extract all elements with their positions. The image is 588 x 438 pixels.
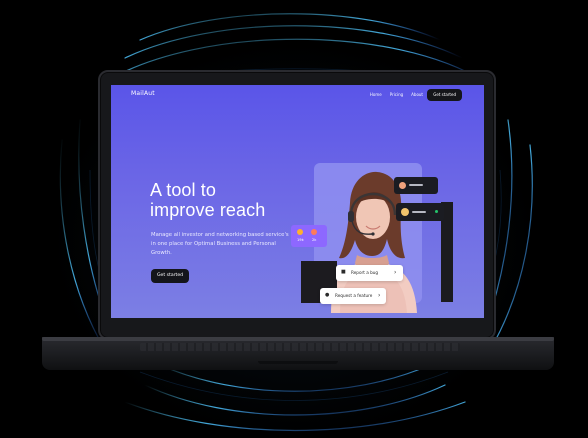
hero-title-line2: improve reach — [150, 200, 266, 220]
report-bug-button[interactable]: ■ Report a bug › — [336, 265, 403, 281]
avatar — [401, 208, 409, 216]
nav-pricing-link[interactable]: Pricing — [390, 92, 403, 97]
nav-get-started-button[interactable]: Get started — [427, 89, 462, 101]
laptop-keyboard — [140, 343, 460, 351]
laptop-base — [42, 337, 554, 370]
chevron-right-icon: › — [378, 292, 381, 299]
website-screen: MailAut Home Pricing About Get started A… — [111, 85, 484, 318]
laughing-face-icon — [297, 229, 303, 235]
request-feature-button[interactable]: ● Request a feature › — [320, 288, 386, 304]
status-dot — [429, 184, 432, 187]
hero-title: A tool to improve reach — [150, 180, 300, 220]
top-navigation: MailAut Home Pricing About Get started — [111, 85, 484, 105]
site-logo[interactable]: MailAut — [131, 90, 155, 97]
reaction-card: 19k 2k — [291, 225, 327, 247]
heart-eyes-face-icon — [311, 229, 317, 235]
nav-home-link[interactable]: Home — [370, 92, 382, 97]
laptop-hinge-notch — [258, 361, 338, 364]
user-card-2 — [396, 203, 444, 221]
status-dot — [435, 210, 438, 213]
hero-get-started-button[interactable]: Get started — [151, 269, 190, 283]
lightbulb-icon: ● — [325, 292, 330, 298]
report-bug-label: Report a bug — [351, 270, 379, 275]
hero-subtitle: Manage all investor and networking based… — [151, 232, 289, 256]
reaction-count-1: 19k — [297, 238, 304, 242]
avatar — [399, 182, 406, 189]
placeholder-line — [412, 211, 426, 213]
hero-title-line1: A tool to — [150, 180, 216, 200]
reaction-count-2: 2k — [312, 238, 317, 242]
nav-links: Home Pricing About — [370, 92, 423, 97]
placeholder-line — [409, 184, 423, 186]
nav-about-link[interactable]: About — [411, 92, 423, 97]
bug-icon: ■ — [341, 269, 346, 275]
user-card-1 — [394, 177, 438, 194]
chevron-right-icon: › — [394, 269, 397, 276]
request-feature-label: Request a feature — [335, 293, 373, 298]
background-frame: MailAut Home Pricing About Get started A… — [0, 0, 588, 438]
